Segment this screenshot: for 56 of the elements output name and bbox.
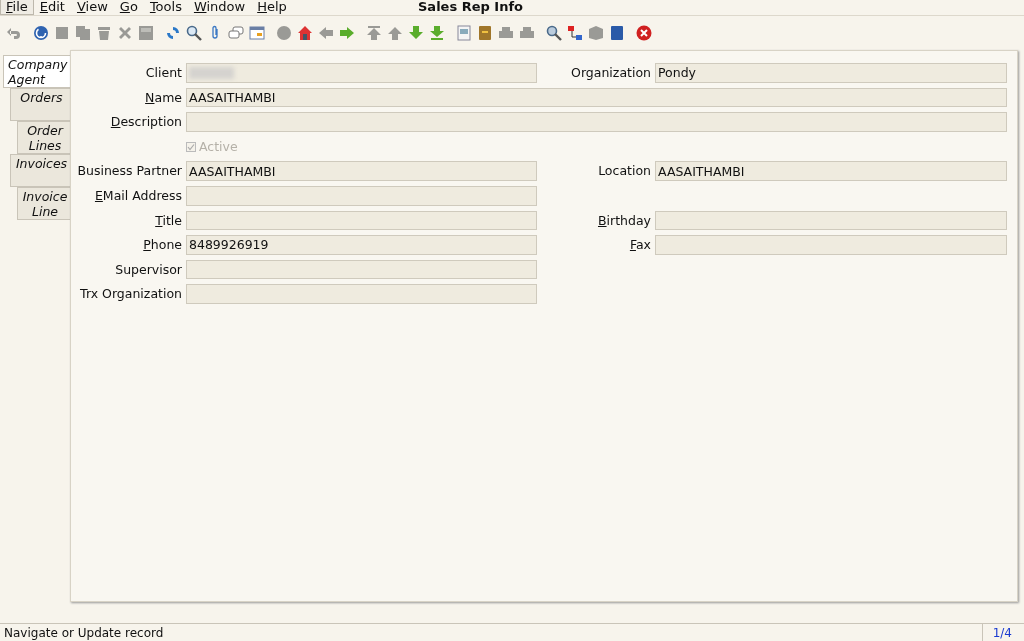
menu-item[interactable]: Edit (33, 0, 71, 15)
search-icon[interactable] (186, 25, 202, 41)
tab[interactable]: Company Agent (3, 55, 70, 88)
menu-item[interactable]: Go (113, 0, 144, 15)
menu-item[interactable]: Tools (143, 0, 188, 15)
home-icon[interactable] (297, 25, 313, 41)
input-field[interactable]: Pondy (655, 63, 1007, 83)
input-field[interactable] (186, 259, 537, 280)
field-label: Fax (628, 236, 651, 255)
refresh-icon[interactable] (165, 25, 181, 41)
input-field[interactable] (655, 210, 1007, 231)
input-field[interactable]: AASAITHAMBI (186, 161, 537, 181)
menu-item[interactable]: Window (187, 0, 252, 15)
input-field[interactable] (186, 210, 537, 231)
tab[interactable]: Orders (10, 88, 70, 121)
form-grid-icon[interactable] (249, 25, 265, 41)
checkbox-label: Active (199, 139, 238, 155)
tab[interactable]: Invoices (10, 154, 70, 187)
field-label: Supervisor (114, 260, 182, 279)
chat-bubbles-icon[interactable] (228, 25, 244, 41)
zoom-icon[interactable] (546, 25, 562, 41)
field-label: Phone (142, 236, 182, 255)
field-label: EMail Address (93, 186, 182, 205)
help-icon[interactable] (33, 25, 49, 41)
field-label: Trx Organization (79, 285, 182, 304)
input-field[interactable] (186, 185, 537, 206)
input-field[interactable] (186, 284, 537, 304)
field-label: Organization (570, 64, 651, 82)
field-label: Location (597, 162, 651, 181)
input-field[interactable] (655, 235, 1007, 255)
field-label: Description (109, 113, 182, 132)
menu-item[interactable]: File (0, 0, 34, 15)
bottom-arrow-icon[interactable] (429, 25, 445, 41)
input-field[interactable] (186, 63, 537, 83)
menu-item[interactable]: Help (251, 0, 293, 15)
status-message: Navigate or Update record (3, 626, 164, 641)
field-label: Client (144, 64, 182, 82)
input-field[interactable]: 8489926919 (186, 235, 537, 255)
field-label: Title (154, 211, 182, 230)
input-field[interactable]: AASAITHAMBI (655, 161, 1007, 181)
menu-item[interactable]: View (70, 0, 114, 15)
close-icon[interactable] (636, 25, 652, 41)
field-label: Name (144, 88, 182, 107)
cabinet-icon[interactable] (477, 25, 493, 41)
field-label: Business Partner (76, 162, 182, 181)
field-label: Birthday (597, 211, 651, 230)
right-arrow-icon[interactable] (339, 25, 355, 41)
report-icon[interactable] (456, 25, 472, 41)
tab[interactable]: Order Lines (17, 121, 70, 154)
workflow-icon[interactable] (567, 25, 583, 41)
record-count: 1/4 (981, 624, 1020, 641)
tab[interactable]: Invoice Line (17, 187, 70, 220)
window-title: Sales Rep Info (418, 0, 523, 14)
down-arrow-icon[interactable] (408, 25, 424, 41)
input-field[interactable]: AASAITHAMBI (186, 87, 1007, 108)
input-field[interactable] (186, 112, 1007, 132)
